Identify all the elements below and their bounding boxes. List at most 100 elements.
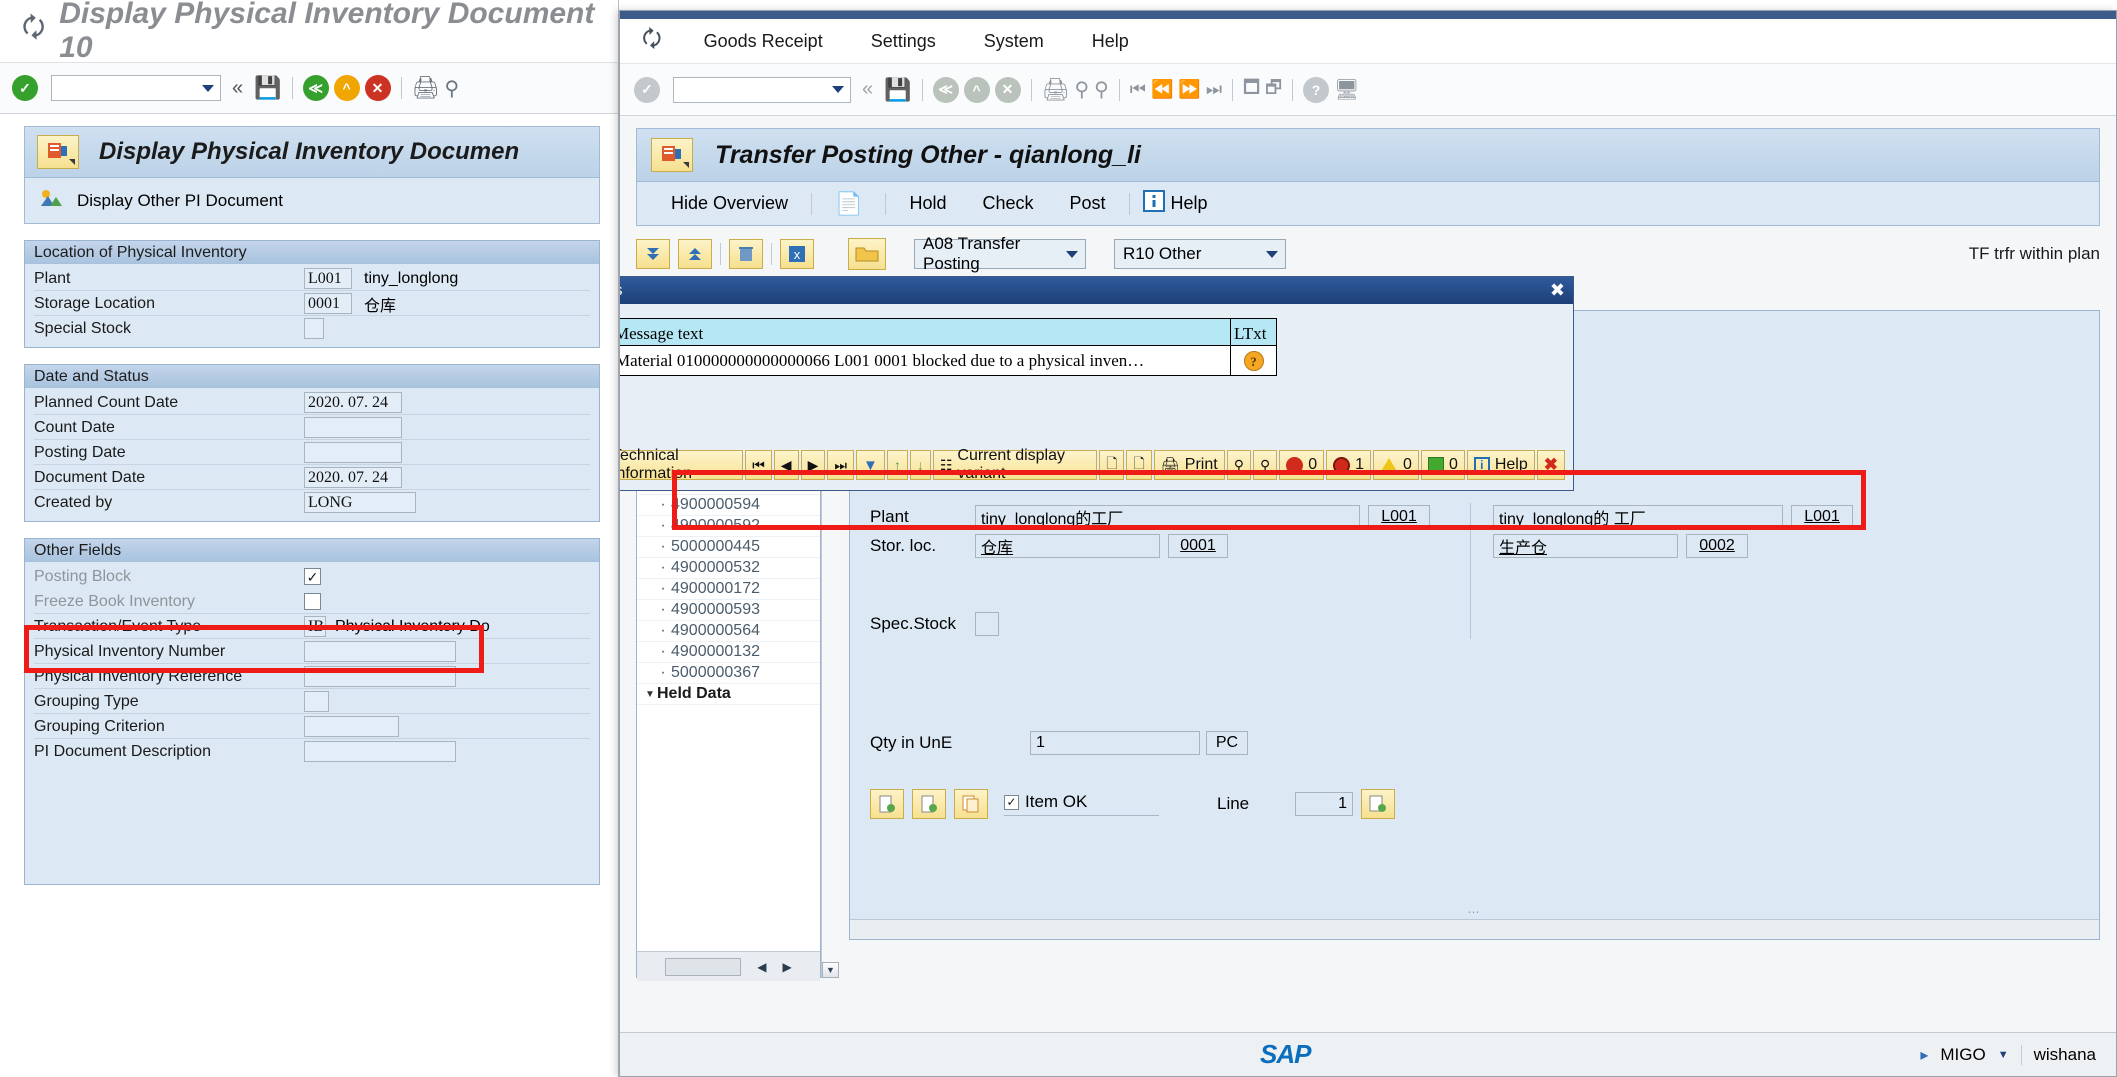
post-button[interactable]: Post xyxy=(1052,193,1124,214)
find-button[interactable]: ⚲ xyxy=(1226,450,1251,480)
line-navigate-icon[interactable] xyxy=(1361,789,1395,819)
error-count[interactable]: 1 xyxy=(1326,450,1372,480)
transaction-icon-right[interactable] xyxy=(651,138,693,172)
special-stock-input[interactable] xyxy=(304,318,324,339)
check-button[interactable]: Check xyxy=(964,193,1051,214)
item-ok-checkbox[interactable]: ✓ xyxy=(1004,794,1019,810)
tree-leaf-node[interactable]: · 4900000593 xyxy=(637,600,820,621)
new-session-icon[interactable]: 🗖 xyxy=(1243,75,1260,105)
tree-leaf-node[interactable]: · 4900000564 xyxy=(637,621,820,642)
print-button[interactable]: 🖨 Print xyxy=(1153,450,1225,480)
cancel-icon[interactable]: ✕ xyxy=(364,75,391,101)
detail-hscrollbar[interactable] xyxy=(850,919,2099,939)
menu-system[interactable]: System xyxy=(960,31,1068,52)
previous-button[interactable]: ◀ xyxy=(773,450,799,480)
from-plant-name[interactable]: tiny_longlong的工厂 xyxy=(975,505,1360,529)
reference-type-dropdown[interactable]: R10 Other xyxy=(1114,239,1286,269)
spec-stock-input[interactable] xyxy=(975,612,999,636)
item-ok-field[interactable]: ✓ Item OK xyxy=(1004,792,1159,816)
from-sloc-name[interactable]: 仓库 xyxy=(975,534,1160,558)
print-icon[interactable]: 🖨 xyxy=(412,75,440,101)
tree-leaf-node[interactable]: · 4900000592 xyxy=(637,516,820,537)
exit-icon[interactable]: ^ xyxy=(333,75,360,101)
storage-location-input[interactable]: 0001 xyxy=(304,293,352,314)
dialog-close-icon[interactable]: ✖ xyxy=(1550,280,1565,301)
display-variant-button[interactable]: ☷ Current display variant xyxy=(932,447,1098,482)
tree-group-node[interactable]: ▼ Held Data xyxy=(637,684,820,705)
next-button[interactable]: ▶ xyxy=(800,450,826,480)
tree-leaf-node[interactable]: · 5000000445 xyxy=(637,537,820,558)
menu-settings[interactable]: Settings xyxy=(847,31,960,52)
to-sloc-name[interactable]: 生产仓 xyxy=(1493,534,1678,558)
close-dialog-button[interactable]: ✖ xyxy=(1536,450,1565,480)
tree-leaf-node[interactable]: · 4900000132 xyxy=(637,642,820,663)
to-plant-name[interactable]: tiny_longlong的 工厂 xyxy=(1493,505,1783,529)
plant-input[interactable]: L001 xyxy=(304,268,352,289)
transaction-icon[interactable] xyxy=(37,135,79,169)
enter-icon-right[interactable]: ✓ xyxy=(634,76,660,103)
created-by-input[interactable]: LONG xyxy=(304,492,416,513)
command-field[interactable] xyxy=(51,75,221,101)
warning-count[interactable]: 0 xyxy=(1373,450,1419,480)
back-icon-right[interactable]: ≪ xyxy=(932,76,959,103)
save-icon[interactable]: 💾 xyxy=(254,75,281,101)
collapse-icon-right[interactable]: « xyxy=(856,78,879,101)
find-icon-right[interactable]: ⚲ xyxy=(1074,77,1089,102)
technical-information-button[interactable]: 👓 Technical Information xyxy=(620,447,744,482)
exit-icon-right[interactable]: ^ xyxy=(963,76,990,103)
transaction-event-type-input[interactable]: IB xyxy=(304,616,326,637)
find-next-icon-right[interactable]: ⚲ xyxy=(1094,77,1109,102)
status-transaction[interactable]: MIGO xyxy=(1940,1045,1985,1065)
document-date-input[interactable]: 2020. 07. 24 xyxy=(304,467,402,488)
pi-document-description-input[interactable] xyxy=(304,741,456,762)
table-row[interactable]: 1 Material 010000000000000066 L001 0001 … xyxy=(620,345,1277,376)
new-document-icon[interactable]: 📄 xyxy=(817,191,880,217)
find-next-button[interactable]: ⚲ xyxy=(1252,450,1278,480)
previous-page-icon[interactable]: ⏪ xyxy=(1151,79,1173,100)
tree-leaf-node[interactable]: · 4900000532 xyxy=(637,558,820,579)
paste-button[interactable]: 🗋 xyxy=(1126,450,1152,480)
help-icon-toolbar[interactable]: ? xyxy=(1303,76,1330,103)
last-button[interactable]: ⏭ xyxy=(827,450,854,480)
grouping-type-input[interactable] xyxy=(304,691,329,712)
freeze-book-inventory-checkbox[interactable] xyxy=(304,593,321,610)
hide-overview-button[interactable]: Hide Overview xyxy=(653,193,806,214)
sort-asc-button[interactable]: ↑ xyxy=(886,450,908,480)
qty-input[interactable]: 1 xyxy=(1030,731,1200,755)
grouping-criterion-input[interactable] xyxy=(304,716,399,737)
back-icon[interactable]: ≪ xyxy=(302,75,329,101)
collapse-all-icon[interactable] xyxy=(678,239,712,269)
scroll-down-icon[interactable]: ▼ xyxy=(822,962,839,978)
detail-splitter[interactable]: ⋯ xyxy=(850,905,2099,919)
to-sloc-code[interactable]: 0002 xyxy=(1686,534,1748,558)
next-item-icon[interactable] xyxy=(912,789,946,819)
create-shortcut-icon[interactable]: 🗗 xyxy=(1265,75,1282,105)
help-button[interactable]: Help xyxy=(1165,193,1226,214)
find-icon[interactable]: ⚲ xyxy=(444,76,459,101)
physical-inventory-reference-input[interactable] xyxy=(304,666,456,687)
tree-scroll-thumb[interactable] xyxy=(665,957,742,976)
col-message-text[interactable]: Message text xyxy=(620,318,1231,346)
save-icon-right[interactable]: 💾 xyxy=(884,77,911,103)
status-arrow-icon[interactable]: ▸ xyxy=(1920,1045,1928,1065)
filter-button[interactable]: ▼ xyxy=(855,450,885,480)
close-overview-icon[interactable]: x xyxy=(780,239,814,269)
line-input[interactable]: 1 xyxy=(1295,792,1353,816)
question-icon[interactable]: ? xyxy=(1243,350,1264,371)
count-date-input[interactable] xyxy=(304,417,402,438)
chevron-down-icon-status[interactable]: ▼ xyxy=(1998,1049,2009,1061)
from-plant-code[interactable]: L001 xyxy=(1368,505,1430,529)
movement-type-dropdown[interactable]: A08 Transfer Posting xyxy=(914,234,1086,273)
sort-desc-button[interactable]: ↓ xyxy=(909,450,931,480)
log-help-button[interactable]: i Help xyxy=(1466,450,1535,480)
abort-count[interactable]: 0 xyxy=(1279,450,1325,480)
menu-help[interactable]: Help xyxy=(1068,31,1153,52)
customize-local-layout-icon[interactable]: 🖥 xyxy=(1334,77,1359,102)
folder-icon[interactable] xyxy=(848,238,886,270)
enter-icon[interactable]: ✓ xyxy=(12,75,38,101)
col-ltxt[interactable]: LTxt xyxy=(1230,318,1277,346)
row-message-cell[interactable]: Material 010000000000000066 L001 0001 bl… xyxy=(620,345,1231,376)
physical-inventory-number-input[interactable] xyxy=(304,641,456,662)
qty-unit[interactable]: PC xyxy=(1206,731,1248,755)
print-icon-right[interactable]: 🖨 xyxy=(1042,77,1070,103)
